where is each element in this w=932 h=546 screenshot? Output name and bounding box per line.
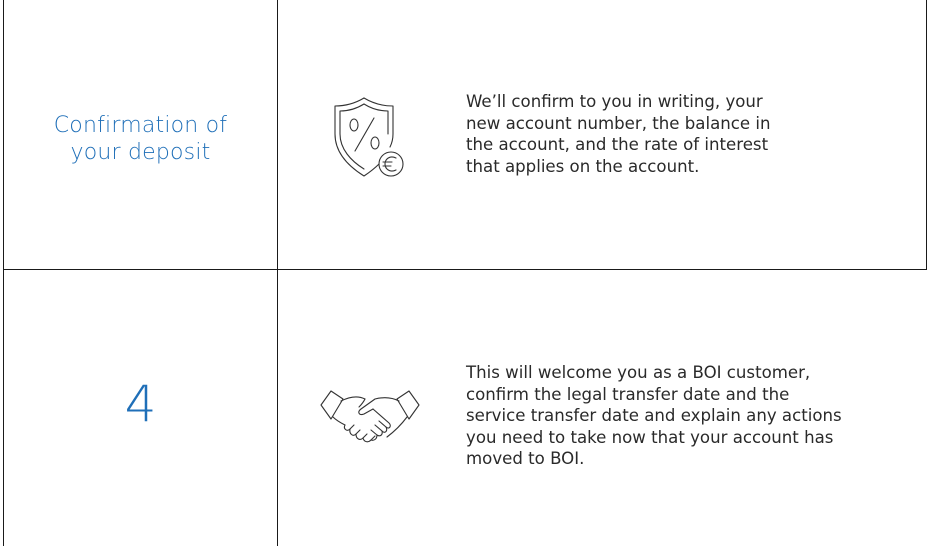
table-border-left (3, 0, 5, 546)
table-divider-column (277, 0, 279, 546)
row-description-text: We’ll confirm to you in writing, your ne… (466, 92, 771, 176)
shield-percent-euro-icon (330, 94, 410, 184)
handshake-icon (319, 385, 421, 447)
row-title-step-number: 4 (4, 374, 277, 434)
row-description-text: This will welcome you as a BOI customer,… (466, 363, 842, 468)
row-title-confirmation: Confirmation of your deposit (4, 112, 277, 166)
info-table: Confirmation of your deposit We’ll confi… (0, 0, 932, 546)
table-border-right (926, 0, 928, 270)
step-number: 4 (124, 375, 157, 433)
table-divider-row (3, 269, 927, 271)
row-title-text: Confirmation of your deposit (53, 113, 228, 165)
row-description-confirmation: We’ll confirm to you in writing, your ne… (466, 91, 886, 177)
row-description-welcome: This will welcome you as a BOI customer,… (466, 362, 906, 470)
